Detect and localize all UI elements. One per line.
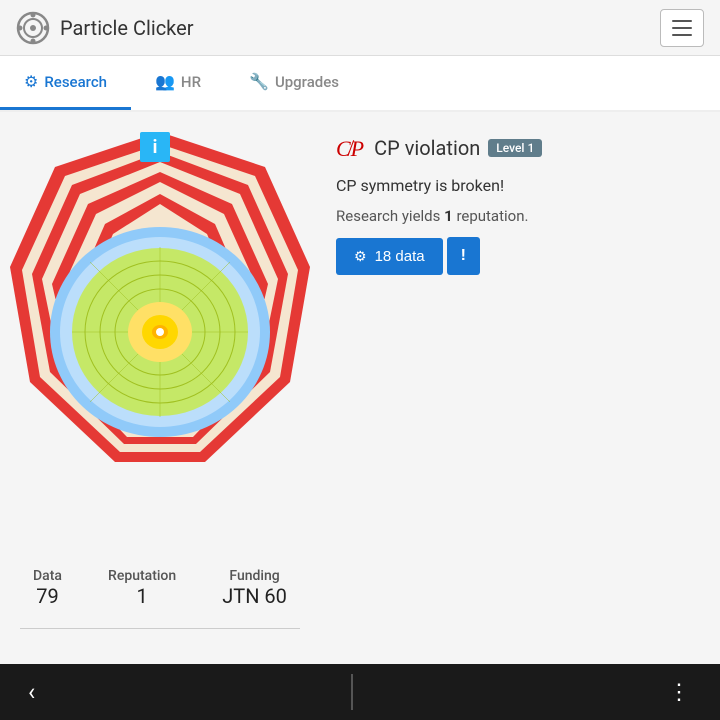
action-row: ⚙ 18 data ! [336,237,704,275]
right-panel: C̸P CP violation Level 1 CP symmetry is … [320,112,720,720]
app-title: Particle Clicker [60,16,194,40]
upgrades-tab-icon: 🔧 [249,72,269,91]
yields-text: Research yields [336,207,444,225]
stat-funding-label: Funding [229,568,279,584]
hr-tab-icon: 👥 [155,72,175,91]
stat-data-label: Data [33,568,62,584]
tab-upgrades-label: Upgrades [275,73,339,91]
item-title: CP violation [374,136,480,160]
yields-value: 1 [444,207,453,225]
back-button[interactable]: ‹ [20,670,43,714]
top-bar: Particle Clicker [0,0,720,56]
hamburger-line-3 [672,34,692,36]
stat-data: Data 79 [33,568,62,608]
item-description: CP symmetry is broken! [336,176,704,195]
stat-reputation-value: 1 [136,584,147,608]
particle-canvas[interactable]: i [10,122,310,552]
level-badge: Level 1 [488,139,542,157]
tab-bar: ⚙ Research 👥 HR 🔧 Upgrades [0,56,720,112]
stat-funding-value: JTN 60 [222,584,287,608]
tab-upgrades[interactable]: 🔧 Upgrades [225,56,363,110]
stat-data-value: 79 [36,584,58,608]
data-button-label: 18 data [375,248,425,265]
tab-research-label: Research [44,73,107,91]
tab-research[interactable]: ⚙ Research [0,56,131,110]
tab-hr[interactable]: 👥 HR [131,56,225,110]
rings-svg [10,122,310,542]
info-badge[interactable]: i [140,132,170,162]
menu-button[interactable] [660,9,704,47]
left-panel: i [0,112,320,672]
item-yields: Research yields 1 reputation. [336,207,704,225]
app-logo [16,11,50,45]
main-content: i [0,112,720,720]
item-title-area: CP violation Level 1 [374,136,542,160]
stat-reputation: Reputation 1 [108,568,176,608]
exclaim-button[interactable]: ! [447,237,480,275]
hamburger-line-2 [672,27,692,29]
research-item-header: C̸P CP violation Level 1 [336,132,704,164]
data-button[interactable]: ⚙ 18 data [336,238,443,275]
stat-reputation-label: Reputation [108,568,176,584]
hamburger-line-1 [672,20,692,22]
stat-funding: Funding JTN 60 [222,568,287,608]
research-tab-icon: ⚙ [24,72,38,91]
tab-hr-label: HR [181,73,201,91]
bottom-bar: ‹ ⋮ [0,664,720,720]
nav-divider [351,674,353,710]
app-title-area: Particle Clicker [16,11,194,45]
cp-violation-icon: C̸P [336,132,364,164]
yields-unit: reputation. [453,207,529,225]
stats-row: Data 79 Reputation 1 Funding JTN 60 [10,568,310,608]
gear-icon: ⚙ [354,248,367,265]
more-button[interactable]: ⋮ [660,672,700,713]
divider-line [20,628,300,629]
